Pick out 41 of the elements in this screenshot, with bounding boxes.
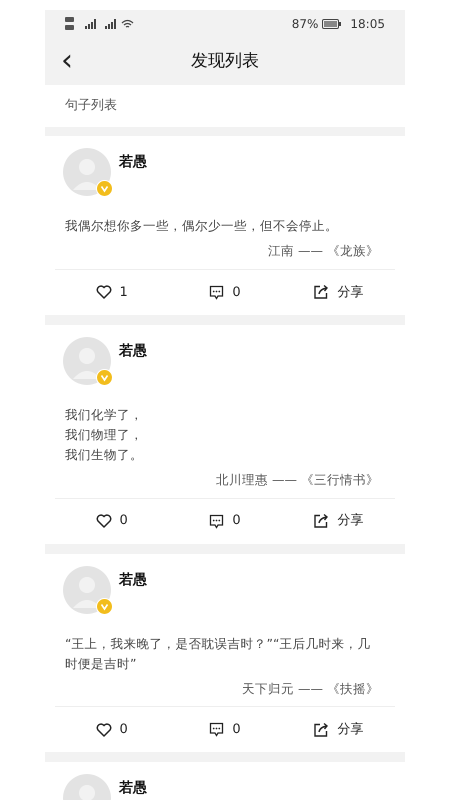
avatar-icon: [63, 148, 111, 196]
quote-text: 我偶尔想你多一些，偶尔少一些，但不会停止。: [64, 217, 339, 235]
comment-button[interactable]: 0: [205, 509, 245, 533]
comment-icon: [209, 722, 224, 738]
battery-icon: [322, 19, 342, 29]
user-name: 若愚: [119, 153, 147, 172]
quote-line: 我们生物了。: [65, 446, 144, 464]
quote-text: “王上，我来晚了，是否耽误吉时？”“王后几时来，几时便是吉时”: [64, 634, 372, 672]
section-title: 句子列表: [65, 97, 117, 116]
share-button[interactable]: 分享: [309, 280, 368, 304]
page-title: 发现列表: [191, 50, 259, 73]
sim-card-icon: [65, 16, 77, 32]
quote-line: 我们物理了，: [65, 426, 144, 444]
share-button[interactable]: 分享: [309, 718, 368, 742]
comment-button[interactable]: 0: [205, 280, 245, 304]
comment-icon: [209, 514, 224, 528]
like-button[interactable]: 1: [92, 280, 132, 304]
share-icon: [313, 722, 330, 738]
clock: 18:05: [350, 16, 385, 33]
quote-source: 天下归元 —— 《扶摇》: [242, 680, 379, 696]
avatar-icon: [63, 336, 111, 385]
share-icon: [313, 513, 330, 529]
battery-percent: 87%: [292, 16, 318, 33]
share-button[interactable]: 分享: [309, 509, 368, 533]
comment-icon: [209, 284, 224, 300]
heart-icon: [96, 722, 112, 737]
like-button[interactable]: 0: [92, 509, 132, 533]
like-button[interactable]: 0: [92, 718, 132, 742]
user-name: 若愚: [119, 342, 147, 361]
user-name: 若愚: [119, 779, 147, 798]
avatar-icon: [63, 566, 111, 614]
share-icon: [313, 284, 330, 300]
wifi-icon: [121, 19, 134, 29]
user-name: 若愚: [119, 570, 147, 590]
heart-icon: [96, 285, 112, 300]
comment-button[interactable]: 0: [205, 718, 245, 742]
back-button[interactable]: ‹: [55, 46, 79, 76]
quote-line: 我们化学了，: [65, 406, 144, 424]
quote-source: 江南 —— 《龙族》: [268, 243, 379, 258]
quote-source: 北川理惠 —— 《三行情书》: [216, 472, 379, 487]
heart-icon: [96, 514, 112, 528]
